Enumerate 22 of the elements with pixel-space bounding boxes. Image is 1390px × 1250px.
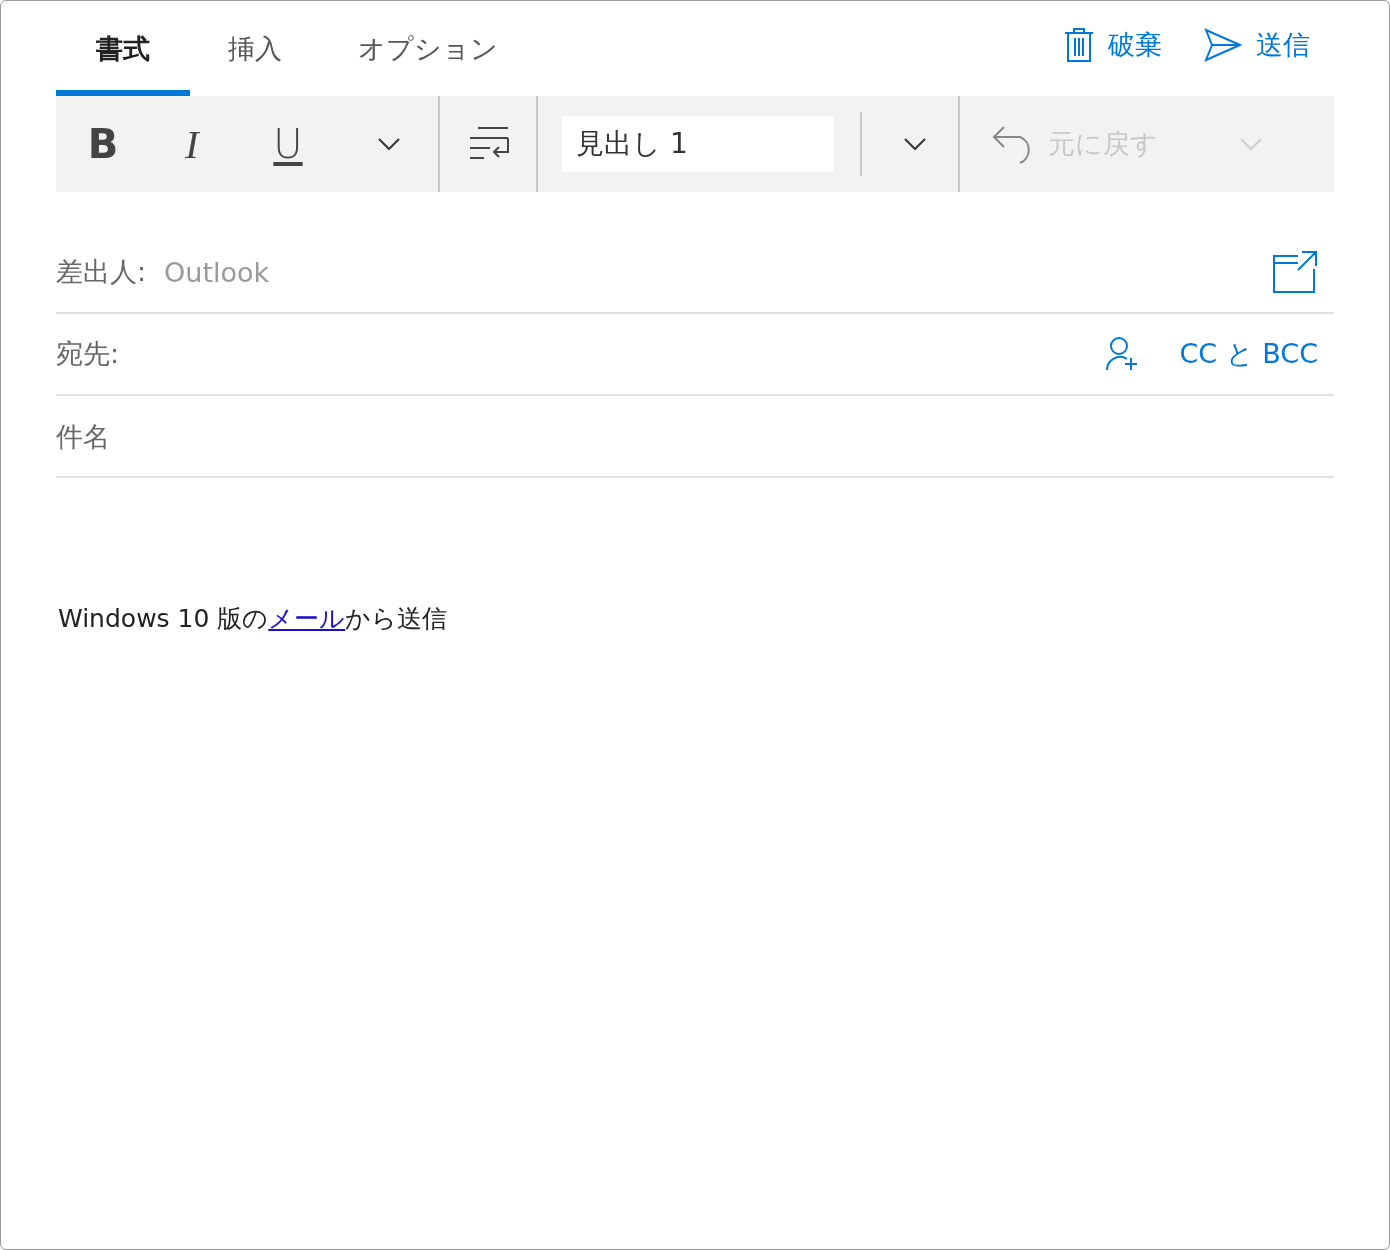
mail-link[interactable]: メール (268, 604, 346, 633)
from-value: Outlook (164, 256, 270, 288)
subject-field[interactable]: 件名 (56, 420, 1318, 452)
pop-out-icon[interactable] (1272, 251, 1318, 293)
from-label: 差出人: (56, 255, 147, 289)
add-person-icon[interactable] (1105, 336, 1140, 372)
to-label: 宛先: (56, 337, 120, 371)
style-field[interactable]: 見出し 1 (562, 116, 834, 172)
discard-button[interactable]: 破棄 (1064, 26, 1162, 63)
signature-text: Windows 10 版のメールから送信 (58, 603, 449, 635)
ribbon-tab[interactable]: オプション (320, 1, 536, 96)
bold-button[interactable]: B (74, 114, 132, 174)
send-icon (1204, 27, 1242, 62)
chevron-down-icon (1240, 138, 1262, 150)
chevron-down-icon (904, 138, 926, 150)
trash-icon (1064, 26, 1094, 63)
send-button[interactable]: 送信 (1204, 26, 1310, 63)
ribbon-tab[interactable]: 挿入 (190, 1, 320, 96)
chevron-down-icon (378, 138, 400, 150)
italic-button[interactable]: I (132, 114, 252, 174)
cc-bcc-link[interactable]: CC と BCC (1179, 336, 1318, 372)
underline-button[interactable]: U (252, 114, 324, 174)
